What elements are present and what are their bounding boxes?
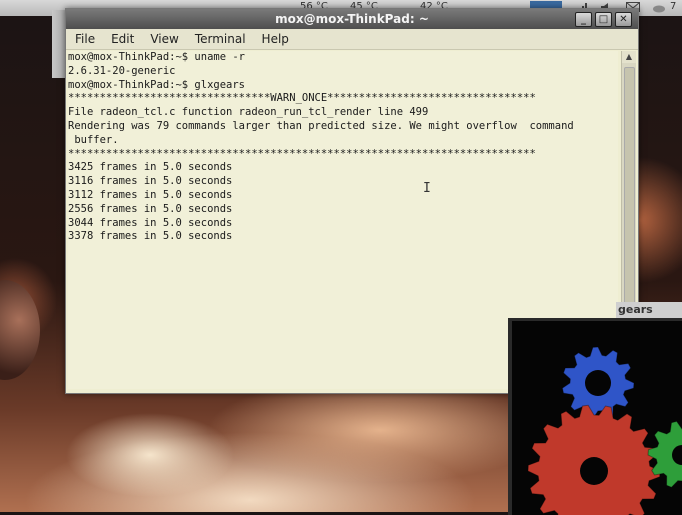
terminal-line: 2556 frames in 5.0 seconds [68,202,233,215]
terminal-line: mox@mox-ThinkPad:~$ glxgears [68,78,246,91]
terminal-line: buffer. [68,133,119,146]
terminal-line: 3044 frames in 5.0 seconds [68,216,233,229]
menu-file[interactable]: File [74,31,96,47]
close-button[interactable]: ✕ [615,12,632,27]
minimize-button[interactable]: _ [575,12,592,27]
gears-window[interactable] [508,318,682,515]
maximize-button[interactable]: □ [595,12,612,27]
menu-help[interactable]: Help [261,31,290,47]
menu-view[interactable]: View [149,31,179,47]
ibeam-cursor-icon: I [423,181,431,196]
tray-text: 7 [670,1,677,12]
terminal-line: 3425 frames in 5.0 seconds [68,161,233,174]
window-titlebar[interactable]: mox@mox-ThinkPad: ~ _ □ ✕ [66,9,638,29]
scroll-thumb[interactable] [624,67,635,339]
terminal-line: Rendering was 79 commands larger than pr… [68,119,574,132]
weather-icon[interactable] [652,2,665,13]
terminal-line: mox@mox-ThinkPad:~$ uname -r [68,51,246,63]
terminal-line: ****************************************… [68,147,536,160]
menu-edit[interactable]: Edit [110,31,135,47]
terminal-line: ********************************WARN_ONC… [68,92,536,105]
gears-window-title[interactable]: gears [616,302,682,318]
desktop-side-panel [52,10,66,78]
terminal-line: 2.6.31-20-generic [68,64,176,77]
window-title: mox@mox-ThinkPad: ~ [275,12,429,26]
terminal-line: 3116 frames in 5.0 seconds [68,175,233,188]
gears-render [527,346,682,515]
terminal-line: File radeon_tcl.c function radeon_run_tc… [68,106,429,119]
red-gear-icon [527,404,661,515]
desktop-wallpaper-planet [0,280,40,380]
scroll-up-arrow-icon[interactable]: ▲ [622,51,636,63]
terminal-line: 3378 frames in 5.0 seconds [68,230,233,243]
blue-gear-icon [561,346,635,420]
terminal-line: 3112 frames in 5.0 seconds [68,188,233,201]
menu-terminal[interactable]: Terminal [194,31,247,47]
menubar: File Edit View Terminal Help [66,29,638,50]
